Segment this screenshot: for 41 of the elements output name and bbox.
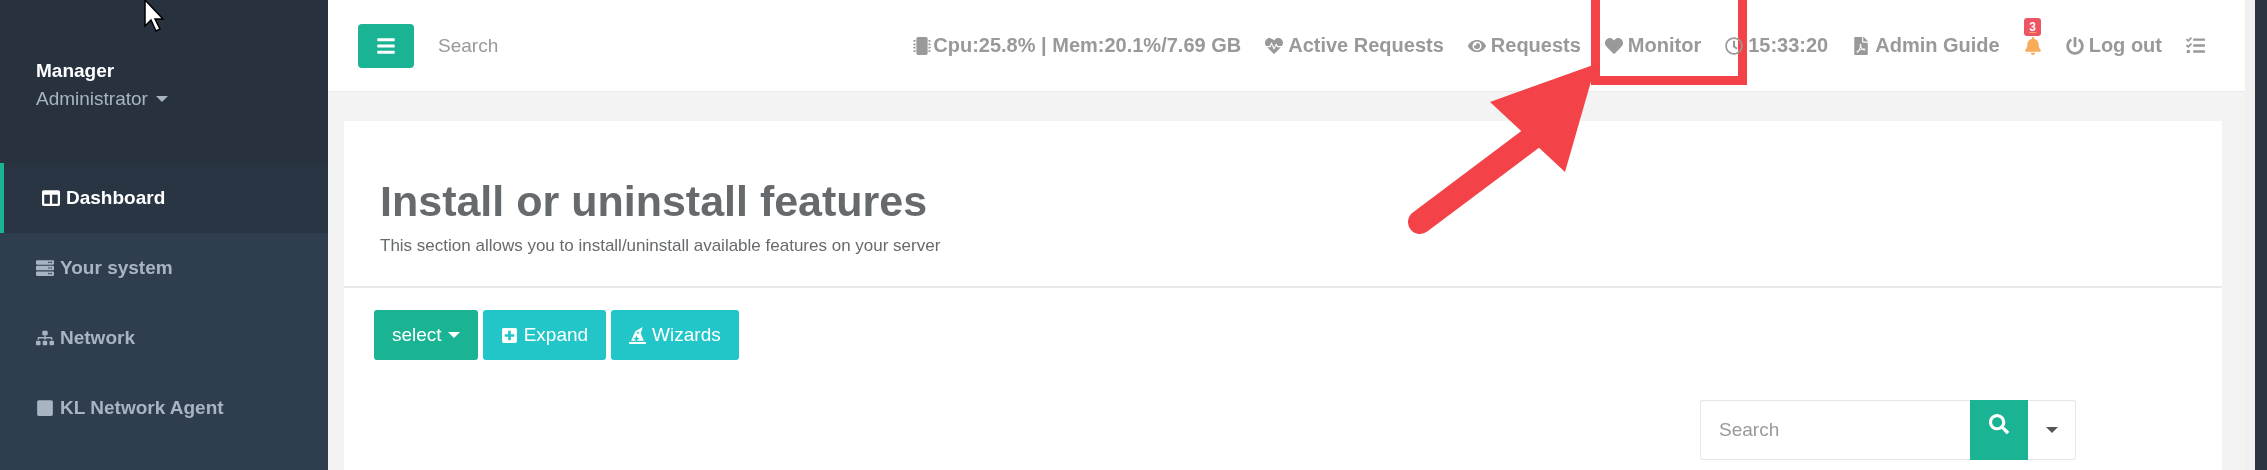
page-title: Install or uninstall features	[380, 177, 928, 226]
square-icon	[36, 399, 54, 417]
select-dropdown-button[interactable]: select	[374, 310, 478, 360]
wizard-button[interactable]: Wizards	[611, 310, 739, 360]
search-icon	[1989, 414, 2009, 434]
heart-icon	[1604, 36, 1623, 55]
pulse-icon	[1265, 36, 1284, 55]
nav-link[interactable]: 15:33:20	[1725, 34, 1829, 57]
sidebar-item[interactable]: KL Network Agent	[0, 373, 328, 443]
table-search-field[interactable]: Search	[1700, 400, 1970, 460]
nav-link[interactable]: Active Requests	[1265, 34, 1444, 57]
mouse-cursor-icon	[144, 0, 165, 32]
menu-icon	[376, 35, 396, 56]
nav-link[interactable]: Monitor	[1604, 34, 1702, 57]
sitemap-icon	[36, 329, 54, 347]
caret-icon	[447, 332, 460, 338]
sidebar-item[interactable]: Dashboard	[0, 163, 328, 233]
caret-icon	[155, 96, 168, 102]
page-description: This section allows you to install/uninstall available features on your server	[380, 236, 941, 256]
server-icon	[36, 259, 54, 277]
power-icon	[2065, 36, 2084, 55]
sidebar-item[interactable]: Network	[0, 303, 328, 373]
expand-button[interactable]: Expand	[482, 310, 607, 360]
tasks-icon[interactable]	[2186, 36, 2205, 55]
caret-icon	[2045, 427, 2058, 433]
wizard-hat-icon	[629, 326, 647, 344]
menu-button[interactable]	[358, 23, 414, 68]
nav-link[interactable]: Log out	[2065, 34, 2162, 57]
pdf-file-icon	[1852, 36, 1871, 55]
nav-link[interactable]: Admin Guide	[1852, 34, 2000, 57]
search-button[interactable]	[1970, 400, 2028, 460]
sidebar-item[interactable]: Your system	[0, 233, 328, 303]
columns-icon	[42, 189, 60, 207]
notification-count: 3	[2024, 18, 2042, 36]
user-name: Manager	[36, 60, 115, 82]
system-stats: Cpu:25.8% | Mem:20.1%/7.69 GB	[933, 34, 1242, 57]
clock-icon	[1725, 36, 1744, 55]
nav-link[interactable]: Requests	[1467, 34, 1581, 57]
user-role-dropdown[interactable]: Administrator	[36, 88, 168, 110]
notification-bell[interactable]: 3	[2023, 18, 2042, 55]
chip-icon	[913, 36, 932, 55]
